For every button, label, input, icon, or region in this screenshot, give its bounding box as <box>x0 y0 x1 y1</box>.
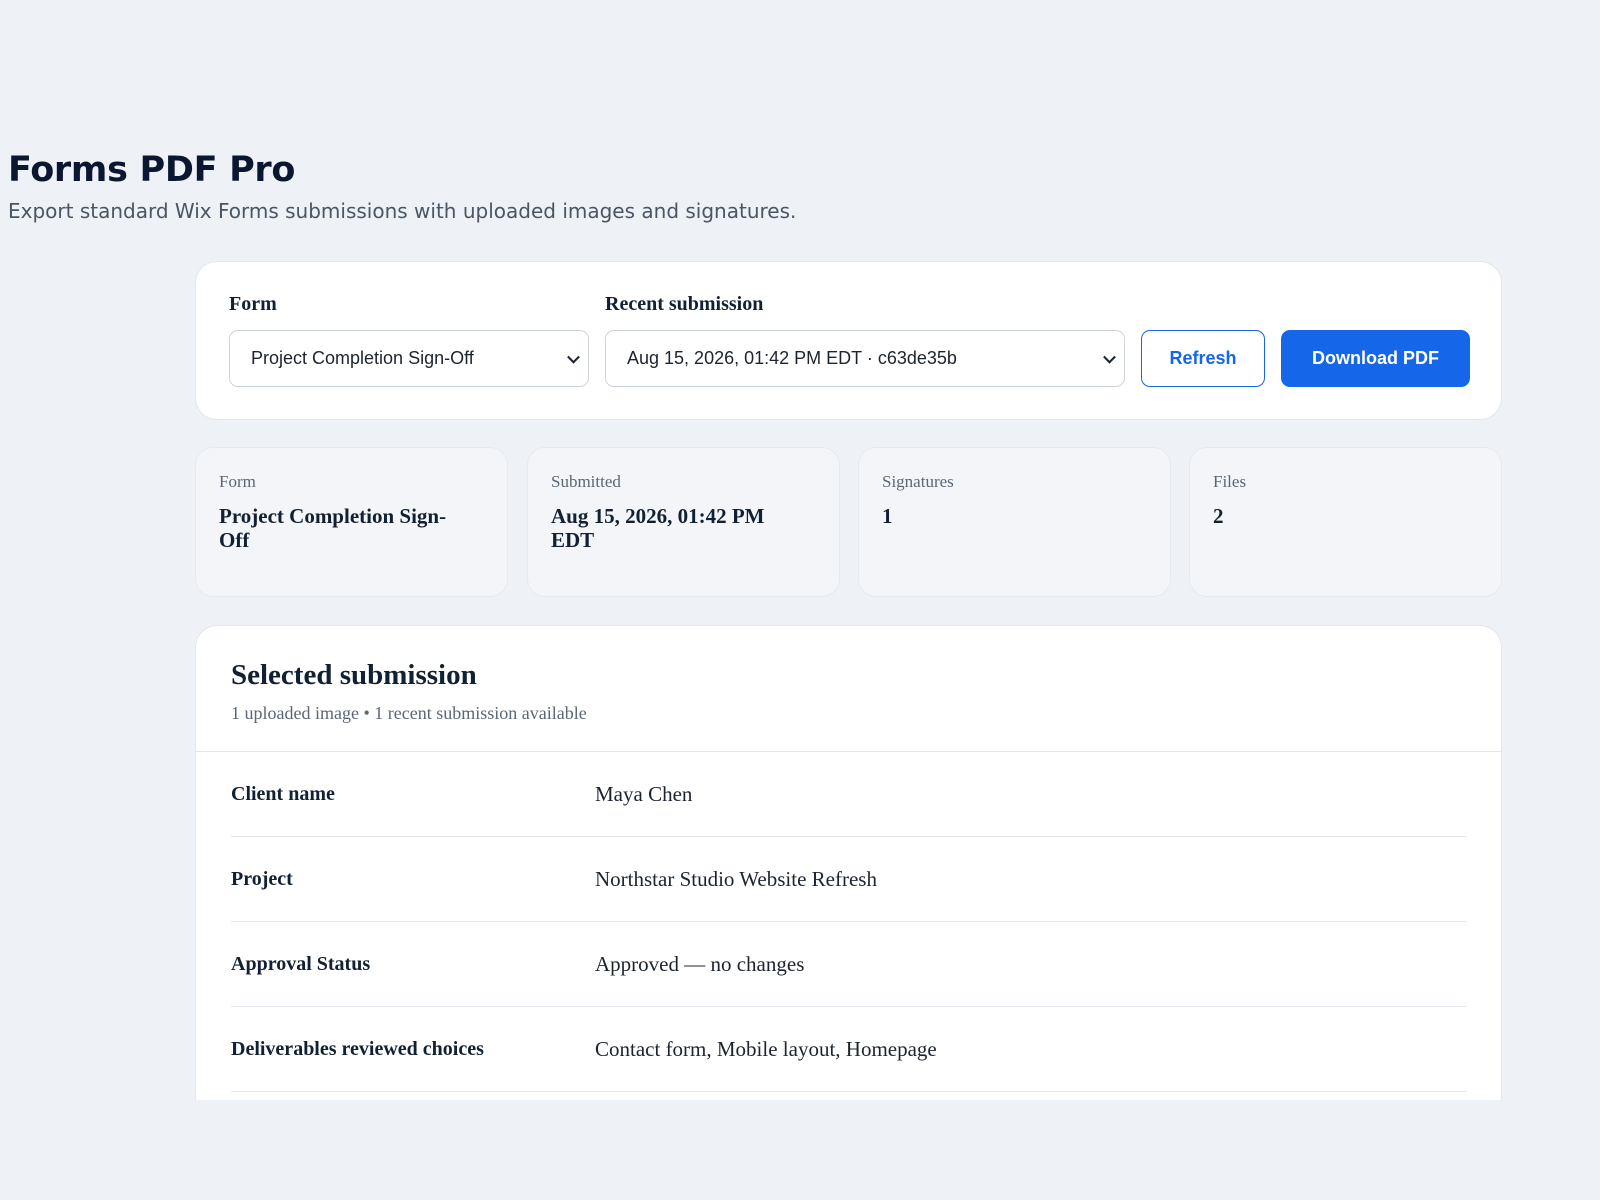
field-row-approval-status: Approval Status Approved — no changes <box>231 922 1466 1007</box>
export-controls-card: Form Project Completion Sign-Off Recent … <box>195 261 1502 420</box>
stat-value: 2 <box>1213 504 1224 528</box>
stat-label: Signatures <box>882 472 954 491</box>
chevron-down-icon <box>1103 350 1116 364</box>
app-title: Forms PDF Pro <box>8 150 296 190</box>
form-select[interactable]: Project Completion Sign-Off <box>229 330 589 387</box>
stat-card-signatures: Signatures 1 <box>858 447 1171 597</box>
field-label: Project <box>231 867 293 890</box>
field-label: Client name <box>231 782 335 805</box>
details-title: Selected submission <box>231 659 477 691</box>
field-label: Deliverables reviewed choices <box>231 1037 484 1060</box>
field-row-client-name: Client name Maya Chen <box>231 752 1466 837</box>
stat-card-form: Form Project Completion Sign-Off <box>195 447 508 597</box>
field-value: Maya Chen <box>595 781 693 806</box>
download-pdf-button[interactable]: Download PDF <box>1281 330 1470 387</box>
stat-card-submitted: Submitted Aug 15, 2026, 01:42 PM EDT <box>527 447 840 597</box>
submission-select-value: Aug 15, 2026, 01:42 PM EDT · c63de35b <box>627 348 957 368</box>
stat-label: Form <box>219 472 256 491</box>
form-select-value: Project Completion Sign-Off <box>251 348 474 368</box>
submission-select[interactable]: Aug 15, 2026, 01:42 PM EDT · c63de35b <box>605 330 1125 387</box>
field-row-project: Project Northstar Studio Website Refresh <box>231 837 1466 922</box>
stat-value: Project Completion Sign-Off <box>219 504 447 552</box>
field-label: Approval Status <box>231 952 371 975</box>
chevron-down-icon <box>567 350 580 364</box>
page-header: Forms PDF Pro Export standard Wix Forms … <box>8 148 908 224</box>
stat-label: Submitted <box>551 472 621 491</box>
selected-submission-card: Selected submission 1 uploaded image • 1… <box>195 625 1502 1100</box>
field-value: Northstar Studio Website Refresh <box>595 866 877 891</box>
stat-value: Aug 15, 2026, 01:42 PM EDT <box>551 504 765 552</box>
form-select-label: Form <box>229 293 277 315</box>
details-header: Selected submission 1 uploaded image • 1… <box>196 626 1501 752</box>
field-value: Approved — no changes <box>595 951 805 976</box>
field-row-deliverables: Deliverables reviewed choices Contact fo… <box>231 1007 1466 1092</box>
details-meta: 1 uploaded image • 1 recent submission a… <box>231 703 587 723</box>
refresh-button[interactable]: Refresh <box>1141 330 1265 387</box>
field-value: Contact form, Mobile layout, Homepage <box>595 1036 937 1061</box>
submission-select-label: Recent submission <box>605 293 764 315</box>
stat-label: Files <box>1213 472 1247 491</box>
stat-card-files: Files 2 <box>1189 447 1502 597</box>
app-subtitle: Export standard Wix Forms submissions wi… <box>8 199 797 223</box>
stat-value: 1 <box>882 504 893 528</box>
